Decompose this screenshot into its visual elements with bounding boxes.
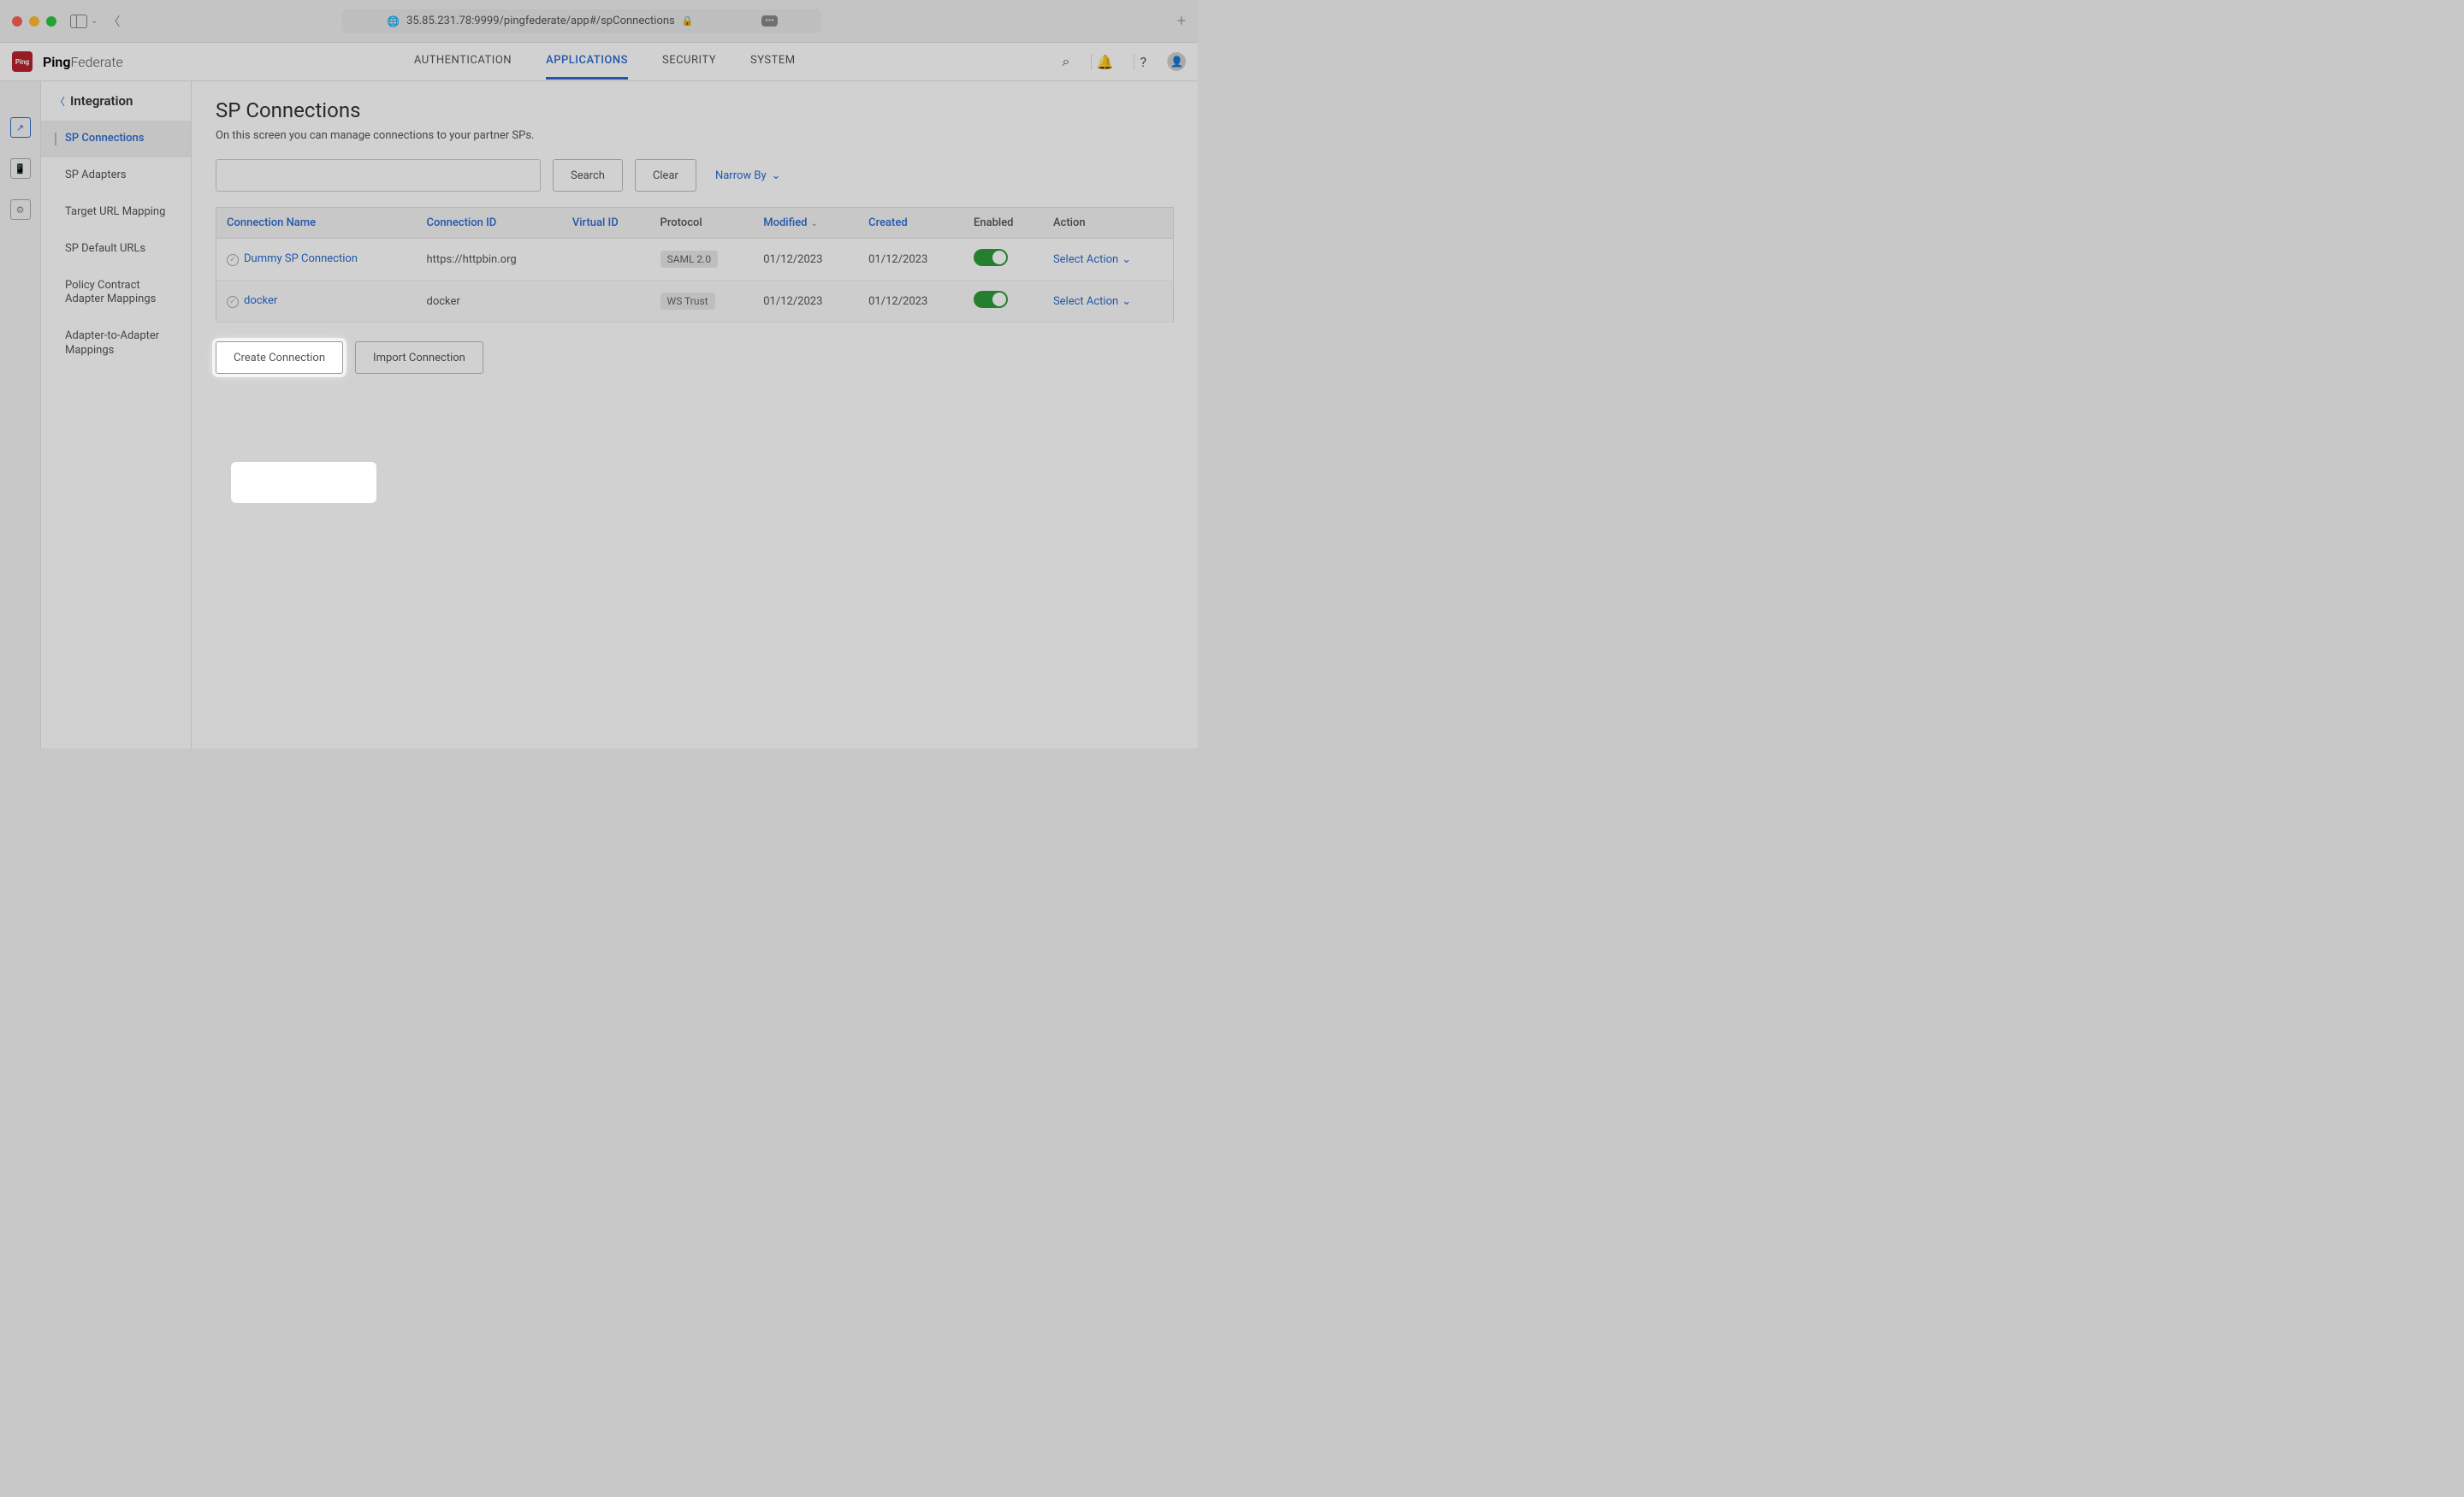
col-modified[interactable]: Modified⌄ — [753, 208, 858, 239]
narrow-by-dropdown[interactable]: Narrow By ⌄ — [715, 169, 781, 182]
sidebar-item-target-url-mapping[interactable]: Target URL Mapping — [41, 194, 191, 231]
minimize-window-icon[interactable] — [29, 16, 39, 27]
virtual-id-cell — [562, 239, 650, 281]
globe-icon: 🌐 — [387, 15, 400, 27]
action-buttons: Create Connection Import Connection — [216, 341, 1174, 374]
content: SP Connections On this screen you can ma… — [192, 81, 1198, 748]
enabled-toggle[interactable] — [974, 249, 1008, 266]
col-action: Action — [1043, 208, 1174, 239]
select-action-dropdown[interactable]: Select Action ⌄ — [1053, 295, 1131, 308]
create-connection-button[interactable]: Create Connection — [216, 341, 343, 374]
logo-text: PingFederate — [43, 54, 123, 70]
back-arrow-icon[interactable]: 〈 — [108, 13, 120, 30]
protocol-badge: SAML 2.0 — [660, 251, 719, 268]
virtual-id-cell — [562, 281, 650, 322]
header-icons: ⌕ 🔔 ? 👤 — [1063, 52, 1186, 71]
chevron-down-icon: ⌄ — [772, 169, 781, 182]
app-header: Ping PingFederate AUTHENTICATION APPLICA… — [0, 43, 1198, 81]
check-icon: ✓ — [227, 296, 239, 308]
sidebar-header[interactable]: 〈 Integration — [41, 81, 191, 121]
connections-table: Connection Name Connection ID Virtual ID… — [216, 207, 1174, 322]
col-protocol: Protocol — [650, 208, 754, 239]
clear-button[interactable]: Clear — [635, 159, 696, 192]
browser-chrome: ⌄ 〈 🌐 35.85.231.78:9999/pingfederate/app… — [0, 0, 1198, 43]
url-bar[interactable]: 🌐 35.85.231.78:9999/pingfederate/app#/sp… — [342, 9, 821, 33]
nav-security[interactable]: SECURITY — [662, 44, 716, 80]
connection-name-link[interactable]: docker — [244, 294, 277, 307]
left-rail: ↗ 📱 ⚙ — [0, 81, 41, 748]
rail-shield-icon[interactable]: ⚙ — [10, 199, 31, 220]
window-controls — [12, 16, 56, 27]
select-action-dropdown[interactable]: Select Action ⌄ — [1053, 253, 1131, 266]
sort-desc-icon: ⌄ — [811, 219, 818, 228]
nav-system[interactable]: SYSTEM — [750, 44, 796, 80]
sidebar-item-sp-connections[interactable]: SP Connections — [41, 121, 191, 157]
col-connection-id[interactable]: Connection ID — [417, 208, 562, 239]
modified-cell: 01/12/2023 — [753, 281, 858, 322]
help-icon[interactable]: ? — [1134, 54, 1152, 70]
import-connection-button[interactable]: Import Connection — [355, 341, 483, 374]
enabled-toggle[interactable] — [974, 291, 1008, 308]
sidebar-title: Integration — [70, 93, 133, 109]
rail-adapter-icon[interactable]: 📱 — [10, 158, 31, 179]
filter-row: Search Clear Narrow By ⌄ — [216, 159, 1174, 192]
search-button[interactable]: Search — [553, 159, 623, 192]
connection-id-cell: docker — [417, 281, 562, 322]
search-input[interactable] — [216, 159, 541, 192]
table-row: ✓ docker docker WS Trust 01/12/2023 01/12… — [216, 281, 1174, 322]
nav-applications[interactable]: APPLICATIONS — [546, 44, 628, 80]
search-icon[interactable]: ⌕ — [1063, 53, 1075, 70]
sidebar-item-adapter-to-adapter-mappings[interactable]: Adapter-to-Adapter Mappings — [41, 318, 191, 370]
col-created[interactable]: Created — [858, 208, 963, 239]
protocol-badge: WS Trust — [660, 293, 715, 310]
logo[interactable]: Ping PingFederate — [12, 51, 123, 72]
avatar-icon[interactable]: 👤 — [1167, 52, 1186, 71]
new-tab-icon[interactable]: + — [1177, 12, 1186, 30]
col-enabled: Enabled — [963, 208, 1043, 239]
main-layout: ↗ 📱 ⚙ 〈 Integration SP Connections SP Ad… — [0, 81, 1198, 748]
rail-integration-icon[interactable]: ↗ — [10, 117, 31, 138]
page-title: SP Connections — [216, 98, 1174, 122]
more-icon[interactable]: ••• — [761, 15, 777, 27]
bell-icon[interactable]: 🔔 — [1091, 54, 1119, 70]
lock-icon: 🔒 — [682, 15, 694, 27]
top-nav: AUTHENTICATION APPLICATIONS SECURITY SYS… — [414, 44, 796, 80]
sidebar-item-sp-adapters[interactable]: SP Adapters — [41, 157, 191, 194]
page-description: On this screen you can manage connection… — [216, 129, 1174, 142]
check-icon: ✓ — [227, 254, 239, 266]
chevron-left-icon: 〈 — [55, 94, 65, 109]
created-cell: 01/12/2023 — [858, 239, 963, 281]
sidebar-item-sp-default-urls[interactable]: SP Default URLs — [41, 231, 191, 268]
chevron-down-icon: ⌄ — [1122, 295, 1131, 308]
sidebar: 〈 Integration SP Connections SP Adapters… — [41, 81, 192, 748]
close-window-icon[interactable] — [12, 16, 22, 27]
sidebar-items: SP Connections SP Adapters Target URL Ma… — [41, 121, 191, 370]
col-virtual-id[interactable]: Virtual ID — [562, 208, 650, 239]
created-cell: 01/12/2023 — [858, 281, 963, 322]
chevron-down-icon: ⌄ — [1122, 253, 1131, 266]
connection-name-link[interactable]: Dummy SP Connection — [244, 252, 358, 265]
sidebar-toggle-icon[interactable] — [70, 15, 87, 28]
chevron-down-icon[interactable]: ⌄ — [91, 16, 98, 26]
connection-id-cell: https://httpbin.org — [417, 239, 562, 281]
modified-cell: 01/12/2023 — [753, 239, 858, 281]
table-row: ✓ Dummy SP Connection https://httpbin.org… — [216, 239, 1174, 281]
sidebar-item-policy-contract-adapter-mappings[interactable]: Policy Contract Adapter Mappings — [41, 268, 191, 319]
maximize-window-icon[interactable] — [46, 16, 56, 27]
col-connection-name[interactable]: Connection Name — [216, 208, 417, 239]
nav-authentication[interactable]: AUTHENTICATION — [414, 44, 512, 80]
url-text: 35.85.231.78:9999/pingfederate/app#/spCo… — [406, 15, 675, 27]
logo-mark-icon: Ping — [12, 51, 33, 72]
